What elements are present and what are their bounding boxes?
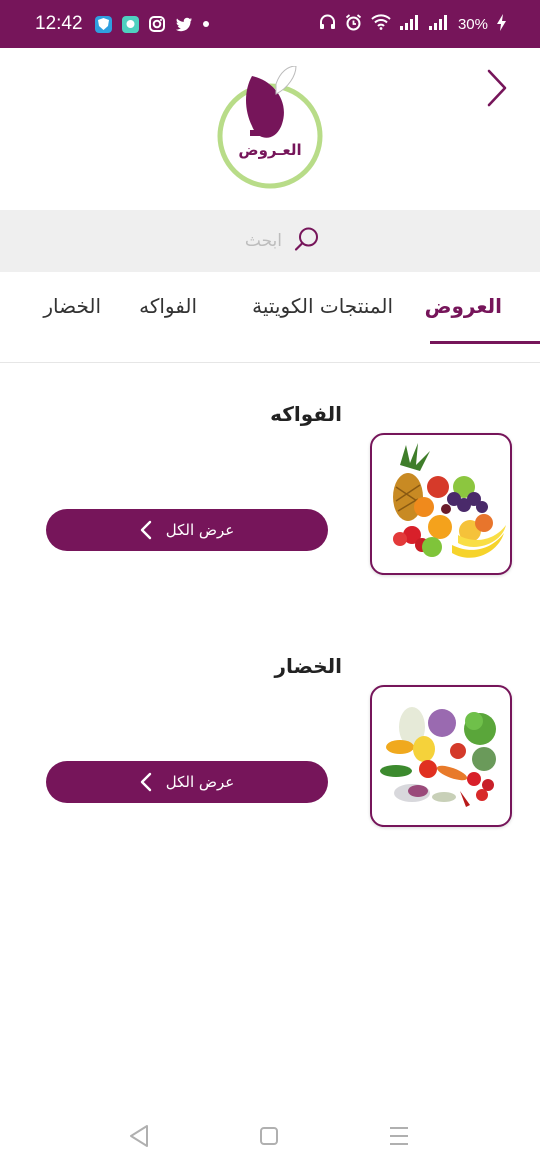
vegetables-image[interactable] [370, 685, 512, 827]
status-bar: 12:42 30% [0, 0, 540, 48]
menu-lines-icon[interactable] [388, 1124, 414, 1150]
chevron-right-icon [487, 69, 507, 107]
view-all-button[interactable]: عرض الكل [46, 761, 328, 803]
view-all-button[interactable]: عرض الكل [46, 509, 328, 551]
system-nav-bar [0, 1100, 540, 1170]
home-square-icon[interactable] [258, 1124, 284, 1150]
alarm-icon [345, 13, 362, 35]
signal-icon [399, 14, 420, 34]
chat-icon [121, 15, 139, 33]
active-tab-indicator [430, 341, 540, 344]
tab-fruits[interactable]: الفواكه [139, 294, 197, 318]
chevron-left-icon [140, 772, 151, 792]
battery-text: 30% [457, 15, 488, 33]
view-all-label: عرض الكل [165, 521, 235, 539]
offers-logo: العـروض [214, 65, 326, 192]
tab-vegetables[interactable]: الخضار [43, 294, 101, 318]
charging-icon [497, 13, 506, 35]
back-triangle-icon[interactable] [128, 1124, 154, 1150]
chevron-left-icon [140, 520, 151, 540]
search-icon[interactable] [294, 226, 320, 256]
search-bar[interactable] [0, 210, 540, 272]
header: العـروض [0, 48, 540, 210]
twitter-icon [175, 16, 193, 33]
tab-kuwaiti-products[interactable]: المنتجات الكويتية [252, 294, 393, 318]
category-tabs: العروض المنتجات الكويتية الفواكه الخضار [0, 272, 540, 363]
shield-icon [94, 15, 112, 33]
signal-icon [428, 14, 449, 34]
back-button[interactable] [482, 68, 512, 108]
section-title: الخضار [274, 654, 342, 678]
view-all-label: عرض الكل [165, 773, 235, 791]
search-input[interactable] [220, 230, 284, 252]
fruits-image[interactable] [370, 433, 512, 575]
dot-icon [202, 21, 209, 27]
headphones-icon [319, 14, 336, 34]
wifi-icon [371, 14, 391, 34]
logo-text: العـروض [238, 141, 302, 159]
instagram-icon [149, 16, 166, 33]
tab-offers[interactable]: العروض [425, 294, 502, 318]
section-title: الفواكه [270, 402, 342, 426]
status-time: 12:42 [35, 13, 83, 34]
